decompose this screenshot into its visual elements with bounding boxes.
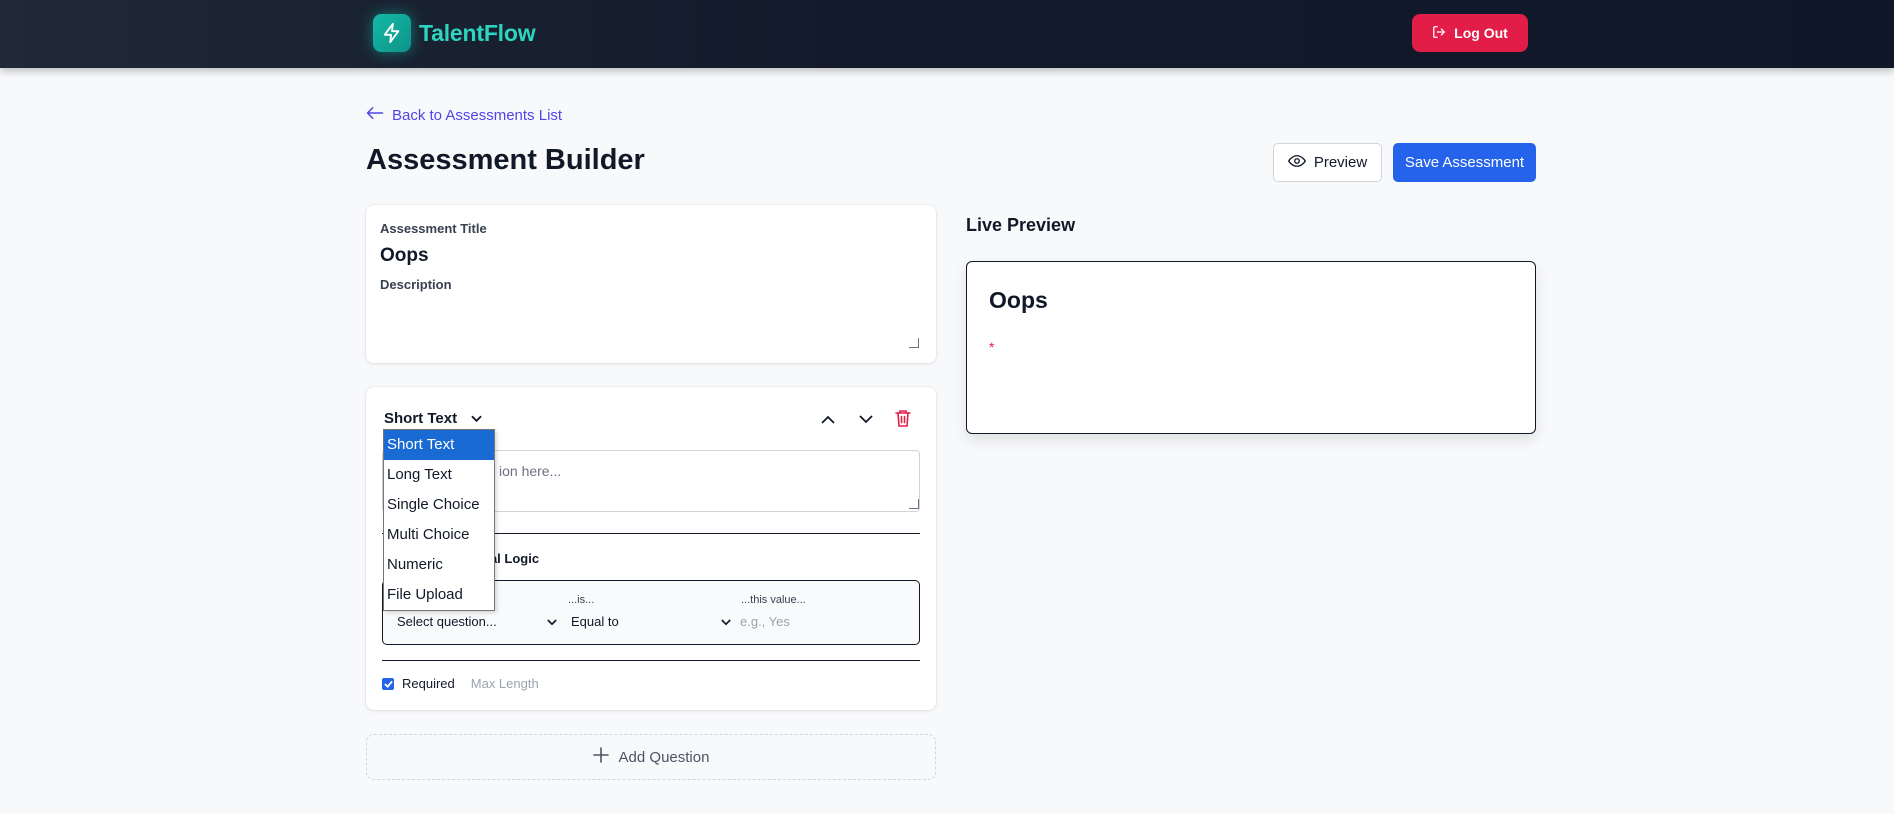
dropdown-option-long-text[interactable]: Long Text [384,460,494,490]
chevron-down-icon [471,410,482,427]
title-label: Assessment Title [380,221,487,236]
logout-button[interactable]: Log Out [1412,14,1528,52]
section-divider [382,660,920,661]
description-textarea[interactable] [380,299,920,351]
arrow-left-icon [366,106,384,124]
add-question-button[interactable]: Add Question [366,734,936,780]
assessment-meta-card: Assessment Title Oops Description [366,205,936,363]
lightning-icon [373,14,411,52]
required-checkbox[interactable] [382,677,394,690]
brand[interactable]: TalentFlow [373,14,536,52]
chevron-down-icon [547,614,557,629]
resize-handle-icon[interactable] [909,499,919,509]
resize-handle-icon[interactable] [909,338,919,348]
delete-question-button[interactable] [892,409,914,431]
brand-name: TalentFlow [419,19,536,46]
required-marker: * [989,339,995,355]
live-preview-title: Live Preview [966,215,1076,235]
move-up-button[interactable] [817,409,839,431]
cond-question-select[interactable]: Select question... [397,614,557,629]
preview-label: Preview [1313,154,1368,171]
max-length-input[interactable]: Max Length [471,676,539,691]
logout-label: Log Out [1454,25,1508,41]
logout-icon [1432,25,1446,42]
back-link-label: Back to Assessments List [392,106,563,124]
question-text-placeholder: ion here... [499,463,562,479]
cond-operator-select[interactable]: Equal to [571,614,731,629]
back-link[interactable]: Back to Assessments List [366,106,562,124]
dropdown-option-single-choice[interactable]: Single Choice [384,490,494,520]
eye-icon [1287,154,1306,172]
move-down-button[interactable] [855,409,877,431]
dropdown-option-file-upload[interactable]: File Upload [384,580,494,610]
dropdown-option-short-text[interactable]: Short Text [384,430,494,460]
description-label: Description [380,277,452,292]
question-type-dropdown: Short Text Long Text Single Choice Multi… [383,429,495,611]
cond-value-label: ...this value... [741,594,806,606]
preview-button[interactable]: Preview [1273,143,1382,182]
trash-icon [895,409,911,432]
cond-question-value: Select question... [397,614,497,629]
dropdown-option-numeric[interactable]: Numeric [384,550,494,580]
question-type-select[interactable]: Short Text [384,410,482,427]
cond-operator-value: Equal to [571,614,619,629]
page-title: Assessment Builder [366,144,645,176]
cond-value-input[interactable]: e.g., Yes [740,614,905,629]
top-navbar: TalentFlow Log Out [0,0,1894,68]
question-type-value: Short Text [384,410,458,427]
chevron-up-icon [821,411,835,429]
required-row: Required Max Length [382,676,539,691]
cond-is-label: ...is... [568,594,595,606]
cond-value-placeholder: e.g., Yes [740,614,790,629]
live-preview-heading: Oops [989,287,1048,313]
save-assessment-button[interactable]: Save Assessment [1393,143,1536,182]
assessment-title-input[interactable]: Oops [380,245,429,267]
add-question-label: Add Question [618,748,710,766]
chevron-down-icon [721,614,731,629]
plus-icon [592,747,609,767]
required-label: Required [402,676,455,691]
dropdown-option-multi-choice[interactable]: Multi Choice [384,520,494,550]
chevron-down-icon [859,411,873,429]
live-preview-card: Oops * [966,261,1536,434]
